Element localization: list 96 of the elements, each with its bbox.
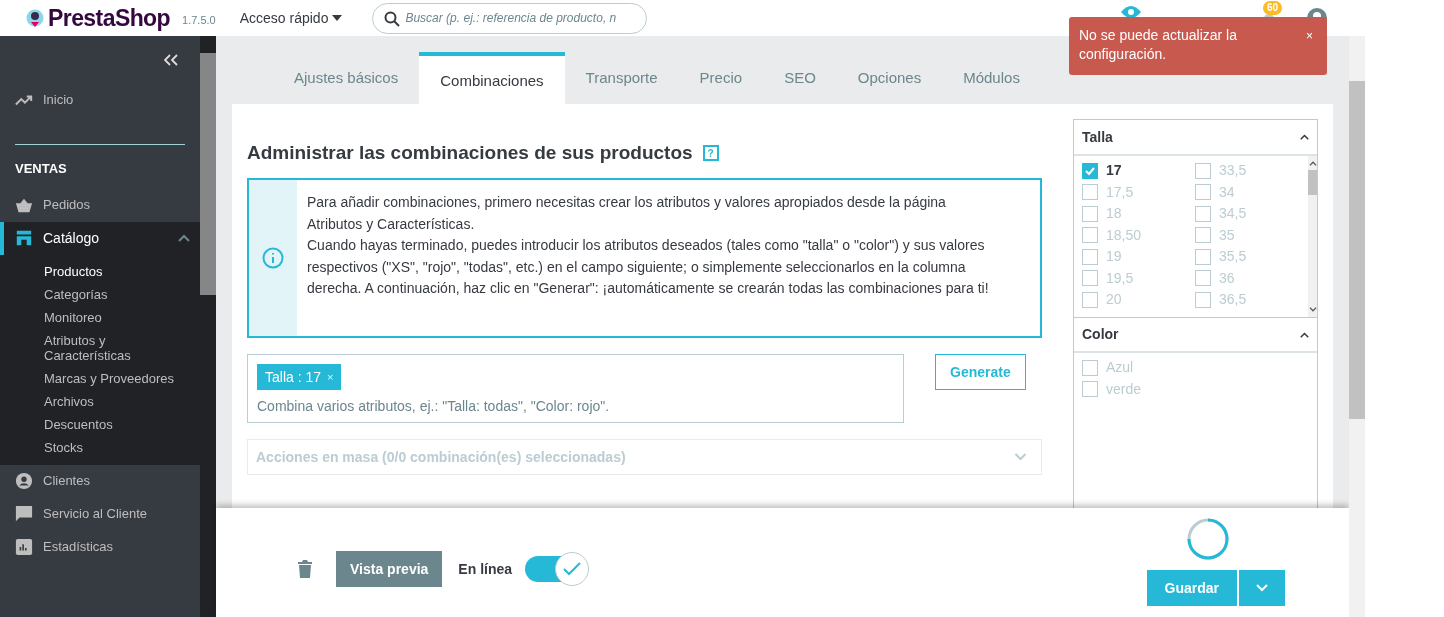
caret-icon <box>1014 453 1027 461</box>
basket-icon <box>15 196 33 214</box>
scrollbar-thumb[interactable] <box>1308 170 1317 195</box>
attribute-value: 17 <box>1106 161 1122 181</box>
version-label: 1.7.5.0 <box>182 12 216 28</box>
search-field[interactable]: Buscar (p. ej.: referencia de producto, n <box>372 2 648 34</box>
checkbox[interactable] <box>1195 270 1211 287</box>
attribute-value: 35 <box>1219 225 1235 245</box>
sidebar-item[interactable]: Pedidos <box>0 188 200 222</box>
save-options-button[interactable] <box>1239 570 1285 606</box>
tab[interactable]: SEO <box>763 52 837 104</box>
close-button[interactable]: × <box>1302 26 1317 46</box>
scroll-up-icon <box>1308 161 1317 166</box>
attribute-value: 33,5 <box>1219 161 1247 181</box>
attribute-value: verde <box>1106 379 1142 399</box>
hint-text: Combina varios atributos, ej.: "Talla: todas", "Color: rojo". <box>257 397 611 416</box>
check-icon <box>563 562 582 576</box>
submenu-item[interactable]: Atributos y Características <box>0 328 200 367</box>
attribute-value: 34,5 <box>1219 204 1247 224</box>
scroll-down-icon <box>1308 307 1317 312</box>
attribute-value: 36 <box>1219 268 1235 288</box>
info-text: Para añadir combinaciones, primero necesitas crear los atributos y valores apropiados desde la página Atributos y Características. <box>307 193 947 234</box>
search-icon <box>384 10 401 27</box>
attribute-value: 19,5 <box>1106 268 1134 288</box>
logo-icon <box>26 8 44 28</box>
attribute-group-title: Talla <box>1082 127 1114 147</box>
preview-button[interactable]: Vista previa <box>336 551 443 587</box>
checkbox[interactable] <box>1195 162 1211 179</box>
submenu-item[interactable]: Archivos <box>0 389 200 413</box>
toast-message: No se puede actualizar la configuración. <box>1079 26 1238 64</box>
collapse-icon[interactable] <box>164 53 178 66</box>
submenu-item[interactable]: Stocks <box>0 435 200 459</box>
tab[interactable]: Módulos <box>942 52 1041 104</box>
checkbox[interactable] <box>1082 205 1098 222</box>
submenu-item[interactable]: Descuentos <box>0 412 200 436</box>
attribute-value: 20 <box>1106 290 1122 310</box>
caret-icon <box>178 234 190 242</box>
caret-icon <box>1300 331 1309 338</box>
checkbox[interactable] <box>1082 162 1098 179</box>
attribute-value: Azul <box>1106 358 1134 378</box>
info-icon <box>262 247 284 269</box>
checkbox[interactable] <box>1195 205 1211 222</box>
tab[interactable]: Transporte <box>564 52 679 104</box>
attribute-value: 35,5 <box>1219 247 1247 267</box>
checkbox[interactable] <box>1195 184 1211 201</box>
caret-icon <box>1256 584 1268 592</box>
submenu-item[interactable]: Monitoreo <box>0 305 200 329</box>
checkbox[interactable] <box>1082 248 1098 265</box>
caret-icon <box>332 15 343 21</box>
submenu-item[interactable]: Productos <box>0 259 200 283</box>
attribute-group-title: Color <box>1082 325 1120 344</box>
checkbox[interactable] <box>1082 291 1098 308</box>
attribute-value: 36,5 <box>1219 290 1247 310</box>
attribute-tag: Talla : 17 × <box>257 364 342 390</box>
checkbox[interactable] <box>1082 270 1098 287</box>
checkbox[interactable] <box>1082 227 1098 244</box>
online-switch[interactable] <box>525 552 590 586</box>
user-icon <box>15 472 33 490</box>
notification-badge: 60 <box>1263 1 1283 15</box>
attribute-input[interactable]: Talla : 17 × Combina varios atributos, ej.: "Talla: todas", "Color: rojo". <box>247 354 904 423</box>
tab[interactable]: Opciones <box>836 52 943 104</box>
sidebar-item[interactable]: Servicio al Cliente <box>0 497 200 531</box>
attribute-value: 19 <box>1106 247 1122 267</box>
sidebar-item[interactable]: Estadísticas <box>0 530 200 564</box>
scrollbar[interactable] <box>1308 156 1317 317</box>
checkbox[interactable] <box>1082 359 1098 376</box>
sidebar-item[interactable]: Inicio <box>0 83 200 116</box>
chart-icon <box>15 538 33 556</box>
attribute-value: 18 <box>1106 204 1122 224</box>
caret-icon <box>1300 134 1309 140</box>
attribute-value: 17,5 <box>1106 182 1134 202</box>
chat-icon <box>15 505 33 523</box>
attribute-value: 34 <box>1219 182 1235 202</box>
checkbox[interactable] <box>1082 184 1098 201</box>
submenu-item[interactable]: Categorías <box>0 282 200 306</box>
submenu-item[interactable]: Marcas y Proveedores <box>0 366 200 390</box>
logo: PrestaShop <box>48 3 171 33</box>
store-icon <box>15 229 33 247</box>
scrollbar-thumb[interactable] <box>1349 81 1365 419</box>
checkbox[interactable] <box>1195 291 1211 308</box>
checkbox[interactable] <box>1195 248 1211 265</box>
checkbox[interactable] <box>1082 381 1098 398</box>
tab[interactable]: Ajustes básicos <box>273 52 420 104</box>
sidebar-item[interactable]: Clientes <box>0 464 200 498</box>
info-text: Cuando hayas terminado, puedes introducir los atributos deseados (tales como "talla" o "color") y sus valores respectivos ("XS", "rojo", "todas", etc.) en el campo siguiente; o simplemente seleccionarlos en la columna derecha. A continuación, haz clic en "Generar": ¡automáticamente se crearán todas las combinaciones para ti! <box>307 236 990 299</box>
checkbox[interactable] <box>1195 227 1211 244</box>
online-label: En línea <box>458 560 513 579</box>
tab[interactable]: Combinaciones <box>419 52 565 104</box>
loading-spinner <box>1187 518 1229 560</box>
section-heading: VENTAS <box>15 161 67 176</box>
panel-title: Administrar las combinaciones de sus productos <box>247 140 693 165</box>
scrollbar-thumb[interactable] <box>200 53 216 295</box>
tab[interactable]: Precio <box>678 52 764 104</box>
trash-icon[interactable] <box>298 560 312 578</box>
attribute-value: 18,50 <box>1106 225 1142 245</box>
quick-access-menu[interactable]: Acceso rápido <box>239 7 343 29</box>
